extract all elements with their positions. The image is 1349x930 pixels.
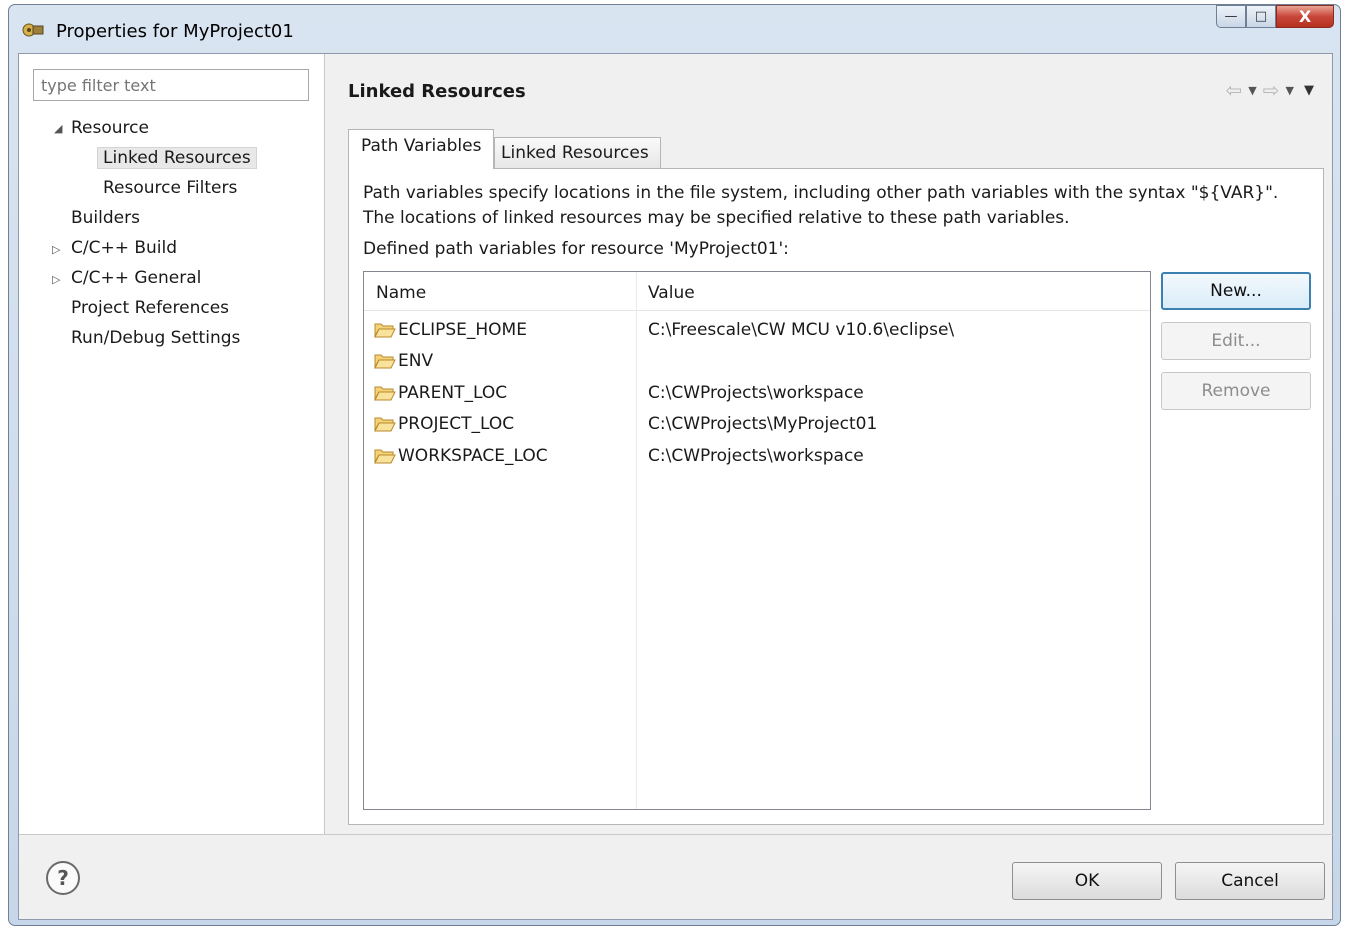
folder-icon [374,354,396,369]
folder-icon [374,323,396,338]
folder-icon [374,417,396,432]
tree-item-resource-filters[interactable]: Resource Filters [103,174,237,202]
variable-name-cell: PROJECT_LOC [374,409,514,440]
window-title: Properties for MyProject01 [56,21,294,42]
variable-value: C:\CWProjects\MyProject01 [648,414,878,434]
table-row[interactable]: ENV [364,346,1150,377]
filter-input[interactable] [33,69,309,101]
tree-item-label: C/C++ General [71,268,202,288]
variable-name-cell: ECLIPSE_HOME [374,315,527,346]
variable-name-cell: WORKSPACE_LOC [374,441,548,472]
table-row[interactable]: WORKSPACE_LOC C:\CWProjects\workspace [364,441,1150,472]
property-page: Linked Resources ⇦ ▼ ⇨ ▼ ▼ Path Variable… [325,54,1334,834]
back-arrow-icon[interactable]: ⇦ [1226,78,1243,102]
tree-item-builders[interactable]: Builders [71,204,140,232]
column-header-name[interactable]: Name [364,272,636,310]
close-button[interactable]: X [1276,5,1334,28]
tree-item-label: Run/Debug Settings [71,328,241,348]
tree-item-label: Resource [71,118,149,138]
variable-name: ECLIPSE_HOME [398,320,527,340]
button-bar-separator [19,834,1334,835]
tree-item-cpp-general[interactable]: ▷ C/C++ General [52,264,202,292]
view-menu-icon[interactable]: ▼ [1304,83,1314,98]
collapsed-twisty-icon[interactable]: ▷ [52,266,60,294]
tree-item-resource[interactable]: ◢ Resource [54,114,149,142]
page-title: Linked Resources [348,81,526,102]
table-row[interactable]: ECLIPSE_HOME C:\Freescale\CW MCU v10.6\e… [364,315,1150,346]
table-header: Name Value [364,272,1150,311]
ok-button[interactable]: OK [1012,862,1162,900]
variable-value: C:\CWProjects\workspace [648,383,864,403]
close-icon: X [1298,7,1312,26]
page-navigation: ⇦ ▼ ⇨ ▼ ▼ [1226,78,1314,102]
collapsed-twisty-icon[interactable]: ▷ [52,236,60,264]
tree-item-cpp-build[interactable]: ▷ C/C++ Build [52,234,178,262]
forward-dropdown-icon[interactable]: ▼ [1286,84,1294,97]
back-dropdown-icon[interactable]: ▼ [1248,84,1256,97]
tree-item-run-debug-settings[interactable]: Run/Debug Settings [71,324,240,352]
tree-item-label: Linked Resources [97,147,257,169]
cancel-button[interactable]: Cancel [1175,862,1325,900]
path-variables-panel: Path variables specify locations in the … [348,168,1324,825]
variable-name: ENV [398,351,434,371]
folder-icon [374,386,396,401]
tree-item-label: Builders [71,208,140,228]
description-text: Path variables specify locations in the … [363,181,1313,231]
new-button[interactable]: New... [1161,272,1311,310]
expanded-twisty-icon[interactable]: ◢ [54,115,62,143]
title-bar[interactable]: Properties for MyProject01 — □ X [9,5,1340,51]
table-row[interactable]: PROJECT_LOC C:\CWProjects\MyProject01 [364,409,1150,440]
description-line: Path variables specify locations in the … [363,183,1279,203]
tree-item-label: C/C++ Build [71,238,178,258]
column-header-value[interactable]: Value [636,272,1148,310]
variable-value: C:\Freescale\CW MCU v10.6\eclipse\ [648,320,955,340]
variable-name: PARENT_LOC [398,383,508,403]
variable-name: WORKSPACE_LOC [398,446,548,466]
minimize-icon: — [1224,9,1238,24]
help-icon[interactable]: ? [46,861,80,895]
tab-linked-resources[interactable]: Linked Resources [494,137,661,168]
window-controls: — □ X [1216,5,1334,29]
defined-variables-label: Defined path variables for resource 'MyP… [363,239,789,259]
tree-item-project-references[interactable]: Project References [71,294,229,322]
path-variables-table[interactable]: Name Value ECLIPSE_HOME C:\Freescale\CW … [363,271,1151,810]
forward-arrow-icon[interactable]: ⇨ [1263,78,1280,102]
properties-dialog: Properties for MyProject01 — □ X ◢ Resou… [8,4,1341,926]
tree-item-label: Project References [71,298,230,318]
maximize-button[interactable]: □ [1246,5,1276,28]
tab-path-variables[interactable]: Path Variables [348,129,494,169]
folder-icon [374,449,396,464]
minimize-button[interactable]: — [1216,5,1246,28]
tree-item-linked-resources[interactable]: Linked Resources [97,144,257,172]
properties-app-icon [22,23,44,37]
edit-button[interactable]: Edit... [1161,322,1311,360]
maximize-icon: □ [1254,9,1268,24]
description-line: The locations of linked resources may be… [363,208,1070,228]
table-row[interactable]: PARENT_LOC C:\CWProjects\workspace [364,378,1150,409]
variable-name-cell: ENV [374,346,433,377]
variable-name-cell: PARENT_LOC [374,378,507,409]
variable-value: C:\CWProjects\workspace [648,446,864,466]
tree-item-label: Resource Filters [103,178,238,198]
dialog-client-area: ◢ Resource Linked Resources Resource Fil… [18,53,1334,920]
remove-button[interactable]: Remove [1161,372,1311,410]
navigation-pane: ◢ Resource Linked Resources Resource Fil… [19,54,325,834]
variable-name: PROJECT_LOC [398,414,515,434]
